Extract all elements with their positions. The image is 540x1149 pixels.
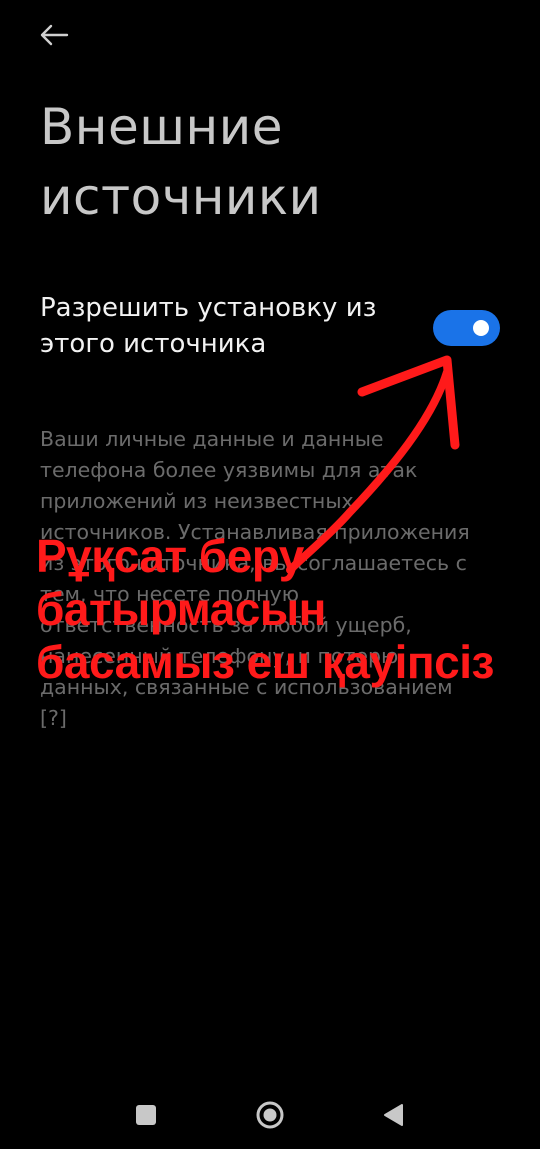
- annotation-line: Рұқсат беру батырмасын басамыз еш қауіпс…: [36, 530, 494, 688]
- nav-back-button[interactable]: [363, 1085, 423, 1145]
- allow-install-toggle[interactable]: [433, 310, 500, 346]
- circle-icon: [256, 1101, 284, 1129]
- toggle-knob: [473, 320, 489, 336]
- square-icon: [136, 1105, 156, 1125]
- arrow-left-icon: [40, 24, 69, 46]
- home-button[interactable]: [240, 1085, 300, 1145]
- back-button[interactable]: [30, 15, 78, 55]
- annotation-text: Рұқсат беру батырмасын басамыз еш қауіпс…: [36, 530, 496, 689]
- triangle-back-icon: [384, 1104, 403, 1126]
- allow-install-setting[interactable]: Разрешить установку из этого источника: [40, 290, 510, 370]
- page-title: Внешние источники: [40, 98, 322, 226]
- navigation-bar: [0, 1085, 540, 1149]
- setting-label: Разрешить установку из этого источника: [40, 293, 377, 359]
- recents-button[interactable]: [116, 1085, 176, 1145]
